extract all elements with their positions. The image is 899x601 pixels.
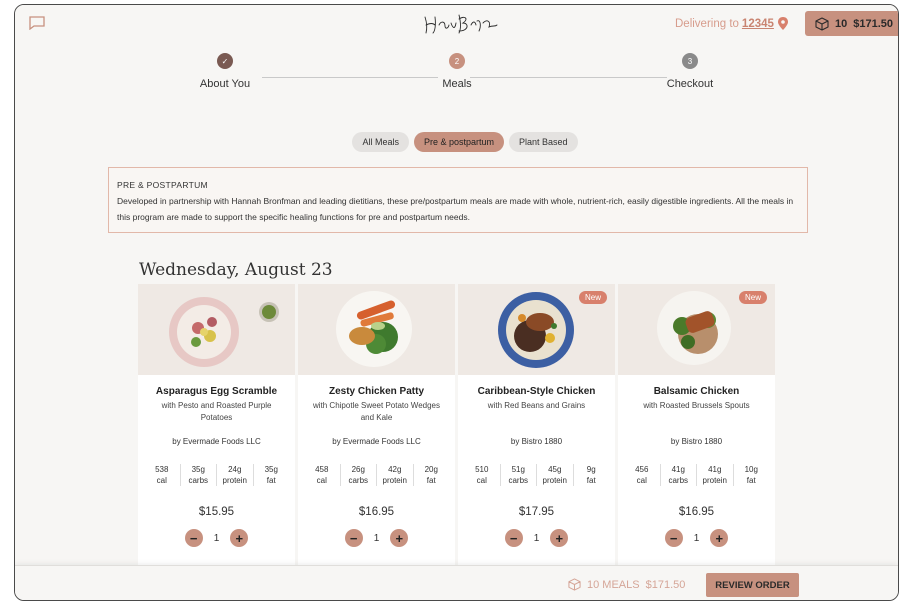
meal-subtitle: with Chipotle Sweet Potato Wedges and Ka…	[312, 401, 441, 422]
filter-pre-postpartum[interactable]: Pre & postpartum	[413, 132, 504, 152]
meal-vendor: by Evermade Foods LLC	[332, 437, 421, 446]
nutrition-facts: 510 cal 51g carbs 45g protein 9g fat	[464, 464, 609, 486]
filter-all-meals[interactable]: All Meals	[352, 132, 409, 152]
step-label: Checkout	[666, 78, 714, 90]
nutrition-fat: 9g fat	[586, 465, 596, 485]
meal-image[interactable]	[138, 284, 295, 375]
step-number: 3	[682, 53, 698, 69]
meal-name: Zesty Chicken Patty	[328, 386, 425, 397]
meal-vendor: by Bistro 1880	[510, 437, 563, 446]
meal-image[interactable]: New	[458, 284, 615, 375]
quantity-value: 1	[693, 532, 700, 544]
meal-card[interactable]: New Caribbean-Style Chicken with Red Bea…	[458, 284, 615, 574]
delivery-location[interactable]: Delivering to 12345	[675, 18, 774, 30]
cart-total: $171.50	[853, 17, 894, 30]
nutrition-fat: 35g fat	[264, 465, 278, 485]
brand-logo[interactable]	[421, 9, 501, 37]
minus-icon[interactable]: −	[344, 529, 363, 547]
quantity-stepper: − 1 +	[618, 529, 775, 547]
meal-filters: All Meals Pre & postpartum Plant Based	[15, 132, 898, 152]
quantity-stepper: − 1 +	[138, 529, 295, 547]
nutrition-protein: 24g protein	[217, 464, 254, 486]
nutrition-cal: 456 cal	[624, 464, 661, 486]
meal-image[interactable]	[298, 284, 455, 375]
nutrition-facts: 456 cal 41g carbs 41g protein 10g fat	[624, 464, 769, 486]
meals-count: 10 MEALS	[587, 578, 640, 591]
meal-subtitle: with Roasted Brussels Spouts	[643, 401, 750, 410]
quantity-value: 1	[373, 532, 380, 544]
delivering-label: Delivering to	[675, 18, 739, 30]
step-checkout[interactable]: 3 Checkout	[630, 53, 750, 90]
nutrition-cal: 458 cal	[304, 464, 341, 486]
nutrition-carbs: 26g carbs	[341, 464, 377, 486]
order-summary: 10 MEALS $171.50	[568, 578, 685, 591]
review-order-button[interactable]: REVIEW ORDER	[706, 573, 799, 597]
meal-image[interactable]: New	[618, 284, 775, 375]
meal-subtitle: with Red Beans and Grains	[487, 401, 586, 410]
program-info-box: PRE & POSTPARTUM Developed in partnershi…	[108, 167, 808, 233]
location-pin-icon[interactable]	[778, 17, 788, 30]
header: Delivering to 12345 10 $171.50	[15, 5, 898, 41]
nutrition-cal: 538 cal	[144, 464, 181, 486]
nutrition-carbs: 35g carbs	[181, 464, 217, 486]
nutrition-protein: 45g protein	[537, 464, 574, 486]
meal-price: $15.95	[198, 506, 235, 518]
box-icon	[568, 578, 581, 591]
nutrition-fat: 20g fat	[424, 465, 438, 485]
meal-vendor: by Evermade Foods LLC	[172, 437, 261, 446]
plus-icon[interactable]: +	[550, 529, 569, 547]
plus-icon[interactable]: +	[390, 529, 409, 547]
meal-name: Caribbean-Style Chicken	[477, 386, 596, 397]
step-label: Meals	[442, 78, 472, 90]
program-title: PRE & POSTPARTUM	[117, 180, 208, 190]
nutrition-cal: 510 cal	[464, 464, 501, 486]
progress-stepper: ✓ About You 2 Meals 3 Checkout	[15, 53, 898, 103]
chat-icon[interactable]	[29, 16, 45, 30]
minus-icon[interactable]: −	[504, 529, 523, 547]
quantity-stepper: − 1 +	[458, 529, 615, 547]
nutrition-facts: 458 cal 26g carbs 42g protein 20g fat	[304, 464, 449, 486]
step-about-you[interactable]: ✓ About You	[165, 53, 285, 90]
meal-price: $17.95	[518, 506, 555, 518]
step-label: About You	[199, 78, 251, 90]
step-meals[interactable]: 2 Meals	[397, 53, 517, 90]
meal-name: Asparagus Egg Scramble	[155, 386, 278, 397]
new-badge: New	[738, 291, 767, 304]
minus-icon[interactable]: −	[184, 529, 203, 547]
box-icon	[815, 16, 829, 31]
meal-card[interactable]: New Balsamic Chicken with Roasted Brusse…	[618, 284, 775, 574]
app-window: Delivering to 12345 10 $171.50 ✓ About Yo…	[14, 4, 899, 601]
zip-code-link[interactable]: 12345	[742, 18, 774, 30]
cart-count: 10	[835, 17, 848, 30]
nutrition-facts: 538 cal 35g carbs 24g protein 35g fat	[144, 464, 289, 486]
day-heading: Wednesday, August 23	[139, 260, 333, 280]
nutrition-fat: 10g fat	[744, 465, 758, 485]
plus-icon[interactable]: +	[710, 529, 729, 547]
meal-card[interactable]: Asparagus Egg Scramble with Pesto and Ro…	[138, 284, 295, 574]
plus-icon[interactable]: +	[230, 529, 249, 547]
meal-vendor: by Bistro 1880	[670, 437, 723, 446]
step-number: 2	[449, 53, 465, 69]
minus-icon[interactable]: −	[664, 529, 683, 547]
new-badge: New	[578, 291, 607, 304]
meal-price: $16.95	[358, 506, 395, 518]
nutrition-carbs: 41g carbs	[661, 464, 697, 486]
meal-card[interactable]: Zesty Chicken Patty with Chipotle Sweet …	[298, 284, 455, 574]
cart-button[interactable]: 10 $171.50	[805, 11, 898, 36]
meal-price: $16.95	[678, 506, 715, 518]
order-total: $171.50	[645, 578, 686, 591]
program-description: Developed in partnership with Hannah Bro…	[117, 196, 794, 222]
filter-plant-based[interactable]: Plant Based	[509, 132, 578, 152]
nutrition-protein: 41g protein	[697, 464, 734, 486]
order-footer: 10 MEALS $171.50 REVIEW ORDER	[15, 565, 898, 600]
meal-subtitle: with Pesto and Roasted Purple Potatoes	[161, 401, 272, 422]
meal-list: Asparagus Egg Scramble with Pesto and Ro…	[138, 284, 775, 574]
quantity-stepper: − 1 +	[298, 529, 455, 547]
quantity-value: 1	[533, 532, 540, 544]
quantity-value: 1	[213, 532, 220, 544]
meal-name: Balsamic Chicken	[653, 386, 740, 397]
nutrition-protein: 42g protein	[377, 464, 414, 486]
check-icon: ✓	[217, 53, 233, 69]
nutrition-carbs: 51g carbs	[501, 464, 537, 486]
